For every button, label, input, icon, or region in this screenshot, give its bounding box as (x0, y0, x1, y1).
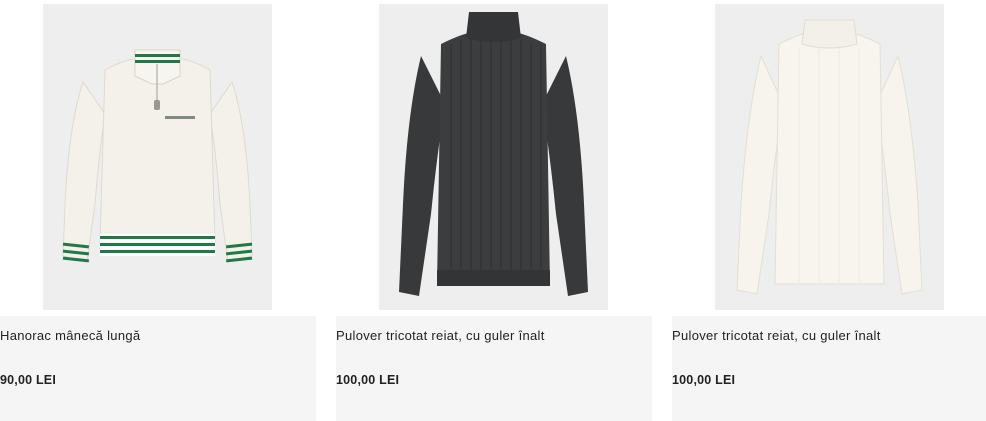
product-grid: Hanorac mânecă lungă 90,00 LEI Pulover t… (0, 0, 986, 421)
product-card[interactable]: Pulover tricotat reiat, cu guler înalt 1… (672, 0, 986, 421)
product-price: 100,00 LEI (336, 373, 400, 387)
product-card[interactable]: Hanorac mânecă lungă 90,00 LEI (0, 0, 316, 421)
charcoal-turtleneck-sweater-image[interactable] (379, 4, 608, 310)
product-title[interactable]: Pulover tricotat reiat, cu guler înalt (336, 328, 545, 343)
product-price: 90,00 LEI (0, 373, 56, 387)
white-half-zip-sweatshirt-image[interactable] (43, 4, 272, 310)
product-card[interactable]: Pulover tricotat reiat, cu guler înalt 1… (336, 0, 652, 421)
product-title[interactable]: Hanorac mânecă lungă (0, 328, 140, 343)
product-image-frame[interactable] (336, 0, 652, 316)
product-image-frame[interactable] (672, 0, 986, 316)
product-title[interactable]: Pulover tricotat reiat, cu guler înalt (672, 328, 881, 343)
product-price: 100,00 LEI (672, 373, 736, 387)
cream-turtleneck-sweater-image[interactable] (715, 4, 944, 310)
product-image-frame[interactable] (0, 0, 316, 316)
